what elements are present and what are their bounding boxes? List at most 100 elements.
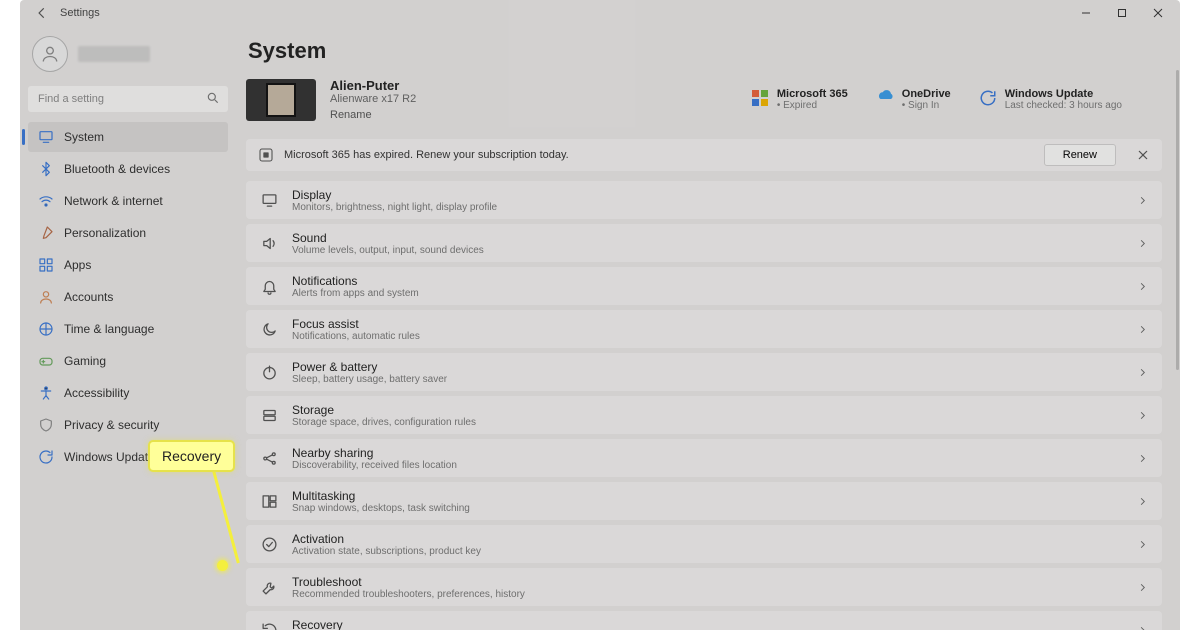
chevron-right-icon: [1137, 324, 1148, 335]
row-title: Nearby sharing: [292, 446, 457, 460]
chevron-right-icon: [1137, 195, 1148, 206]
chevron-right-icon: [1137, 410, 1148, 421]
sidebar-item-label: Accounts: [64, 290, 113, 304]
settings-window: Settings: [20, 0, 1180, 630]
storage-icon: [260, 406, 278, 424]
sidebar-item-personalization[interactable]: Personalization: [28, 218, 228, 248]
wifi-icon: [38, 193, 54, 209]
accessibility-icon: [38, 385, 54, 401]
sidebar-item-label: Bluetooth & devices: [64, 162, 170, 176]
service-onedrive[interactable]: OneDrive • Sign In: [876, 88, 951, 111]
row-subtitle: Discoverability, received files location: [292, 460, 457, 471]
sidebar-item-apps[interactable]: Apps: [28, 250, 228, 280]
sidebar-item-label: Gaming: [64, 354, 106, 368]
row-subtitle: Activation state, subscriptions, product…: [292, 546, 481, 557]
monitor-icon: [38, 129, 54, 145]
service-update[interactable]: Windows Update Last checked: 3 hours ago: [979, 88, 1122, 111]
sidebar-item-label: Windows Update: [64, 450, 155, 464]
row-title: Storage: [292, 403, 476, 417]
rename-link[interactable]: Rename: [330, 109, 416, 121]
gamepad-icon: [38, 353, 54, 369]
pc-thumbnail: [246, 79, 316, 121]
row-title: Notifications: [292, 274, 419, 288]
sidebar-item-bluetooth-devices[interactable]: Bluetooth & devices: [28, 154, 228, 184]
bell-icon: [260, 277, 278, 295]
row-title: Activation: [292, 532, 481, 546]
share-icon: [260, 449, 278, 467]
page-title: System: [248, 38, 1162, 64]
scrollbar-thumb[interactable]: [1176, 70, 1179, 370]
settings-row-storage[interactable]: Storage Storage space, drives, configura…: [246, 396, 1162, 434]
shield-icon: [38, 417, 54, 433]
settings-row-display[interactable]: Display Monitors, brightness, night ligh…: [246, 181, 1162, 219]
sidebar-item-time-language[interactable]: Time & language: [28, 314, 228, 344]
settings-row-sound[interactable]: Sound Volume levels, output, input, soun…: [246, 224, 1162, 262]
sidebar-item-accounts[interactable]: Accounts: [28, 282, 228, 312]
row-title: Display: [292, 188, 497, 202]
avatar[interactable]: [32, 36, 68, 72]
settings-row-multitasking[interactable]: Multitasking Snap windows, desktops, tas…: [246, 482, 1162, 520]
alert-close-button[interactable]: [1132, 150, 1154, 160]
update-icon: [979, 89, 997, 107]
sidebar-item-label: System: [64, 130, 104, 144]
service-m365[interactable]: Microsoft 365 • Expired: [751, 88, 848, 111]
row-title: Focus assist: [292, 317, 420, 331]
settings-row-activation[interactable]: Activation Activation state, subscriptio…: [246, 525, 1162, 563]
onedrive-icon: [876, 89, 894, 107]
account-name-redacted: [78, 46, 150, 62]
titlebar: Settings: [20, 0, 1180, 26]
search-icon: [206, 91, 220, 105]
main-content: System Alien-Puter Alienware x17 R2 Rena…: [236, 26, 1180, 630]
app-title: Settings: [60, 7, 100, 19]
sidebar-item-privacy-security[interactable]: Privacy & security: [28, 410, 228, 440]
row-subtitle: Sleep, battery usage, battery saver: [292, 374, 447, 385]
chevron-right-icon: [1137, 367, 1148, 378]
sound-icon: [260, 234, 278, 252]
check-icon: [260, 535, 278, 553]
m365-icon: [751, 89, 769, 107]
pc-model: Alienware x17 R2: [330, 93, 416, 105]
alert-text: Microsoft 365 has expired. Renew your su…: [284, 149, 569, 161]
row-subtitle: Notifications, automatic rules: [292, 331, 420, 342]
callout-dot: [217, 560, 228, 571]
maximize-button[interactable]: [1104, 2, 1140, 24]
settings-row-power-battery[interactable]: Power & battery Sleep, battery usage, ba…: [246, 353, 1162, 391]
pc-name: Alien-Puter: [330, 78, 416, 93]
clock-globe-icon: [38, 321, 54, 337]
apps-icon: [38, 257, 54, 273]
sidebar-item-system[interactable]: System: [28, 122, 228, 152]
sidebar: System Bluetooth & devices Network & int…: [20, 26, 236, 630]
sidebar-item-network-internet[interactable]: Network & internet: [28, 186, 228, 216]
bluetooth-icon: [38, 161, 54, 177]
row-title: Troubleshoot: [292, 575, 525, 589]
minimize-button[interactable]: [1068, 2, 1104, 24]
m365-alert: Microsoft 365 has expired. Renew your su…: [246, 139, 1162, 171]
row-title: Multitasking: [292, 489, 470, 503]
power-icon: [260, 363, 278, 381]
settings-row-troubleshoot[interactable]: Troubleshoot Recommended troubleshooters…: [246, 568, 1162, 606]
row-subtitle: Monitors, brightness, night light, displ…: [292, 202, 497, 213]
settings-row-nearby-sharing[interactable]: Nearby sharing Discoverability, received…: [246, 439, 1162, 477]
back-button[interactable]: [32, 3, 52, 23]
sidebar-item-label: Privacy & security: [64, 418, 159, 432]
settings-row-notifications[interactable]: Notifications Alerts from apps and syste…: [246, 267, 1162, 305]
row-subtitle: Recommended troubleshooters, preferences…: [292, 589, 525, 600]
callout-label: Recovery: [148, 440, 235, 472]
sidebar-item-label: Time & language: [64, 322, 154, 336]
settings-row-recovery[interactable]: Recovery Reset, advanced startup, go bac…: [246, 611, 1162, 630]
renew-button[interactable]: Renew: [1044, 144, 1116, 166]
pc-hero: Alien-Puter Alienware x17 R2 Rename Micr…: [246, 78, 1162, 121]
row-title: Recovery: [292, 618, 441, 630]
settings-row-focus-assist[interactable]: Focus assist Notifications, automatic ru…: [246, 310, 1162, 348]
info-icon: [258, 147, 274, 163]
brush-icon: [38, 225, 54, 241]
person-icon: [38, 289, 54, 305]
row-subtitle: Storage space, drives, configuration rul…: [292, 417, 476, 428]
recovery-icon: [260, 621, 278, 630]
sidebar-item-accessibility[interactable]: Accessibility: [28, 378, 228, 408]
moon-icon: [260, 320, 278, 338]
sidebar-item-gaming[interactable]: Gaming: [28, 346, 228, 376]
close-button[interactable]: [1140, 2, 1176, 24]
search-input[interactable]: [28, 86, 228, 112]
update-icon: [38, 449, 54, 465]
